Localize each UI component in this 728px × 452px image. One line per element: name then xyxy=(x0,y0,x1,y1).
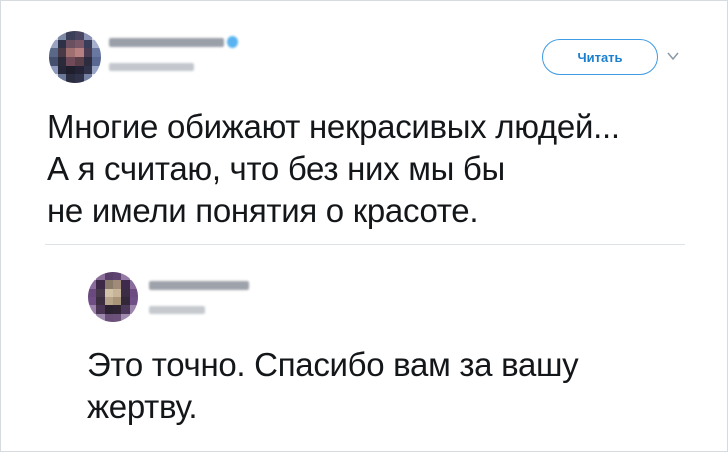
reply-text-line: Это точно. Спасибо вам за вашу xyxy=(87,346,579,383)
author-handle-redacted[interactable] xyxy=(109,63,194,71)
verified-badge-icon xyxy=(227,36,238,48)
reply-author-avatar[interactable] xyxy=(88,272,138,322)
divider xyxy=(45,244,685,245)
tweet-text: Многие обижают некрасивых людей... А я с… xyxy=(47,106,620,232)
reply-author-handle-redacted[interactable] xyxy=(149,306,205,314)
reply-text-line: жертву. xyxy=(87,388,198,425)
author-avatar[interactable] xyxy=(49,31,101,83)
tweet-text-line: Многие обижают некрасивых людей... xyxy=(47,108,620,145)
follow-button[interactable]: Читать xyxy=(542,39,658,75)
reply-text: Это точно. Спасибо вам за вашу жертву. xyxy=(87,344,579,428)
chevron-down-icon[interactable] xyxy=(666,49,680,63)
reply-author-name-redacted[interactable] xyxy=(149,281,249,290)
tweet-text-line: А я считаю, что без них мы бы xyxy=(47,150,505,187)
tweet-card: Читать Многие обижают некрасивых людей..… xyxy=(0,0,728,452)
tweet-text-line: не имели понятия о красоте. xyxy=(47,192,479,229)
author-name-redacted[interactable] xyxy=(109,38,224,47)
